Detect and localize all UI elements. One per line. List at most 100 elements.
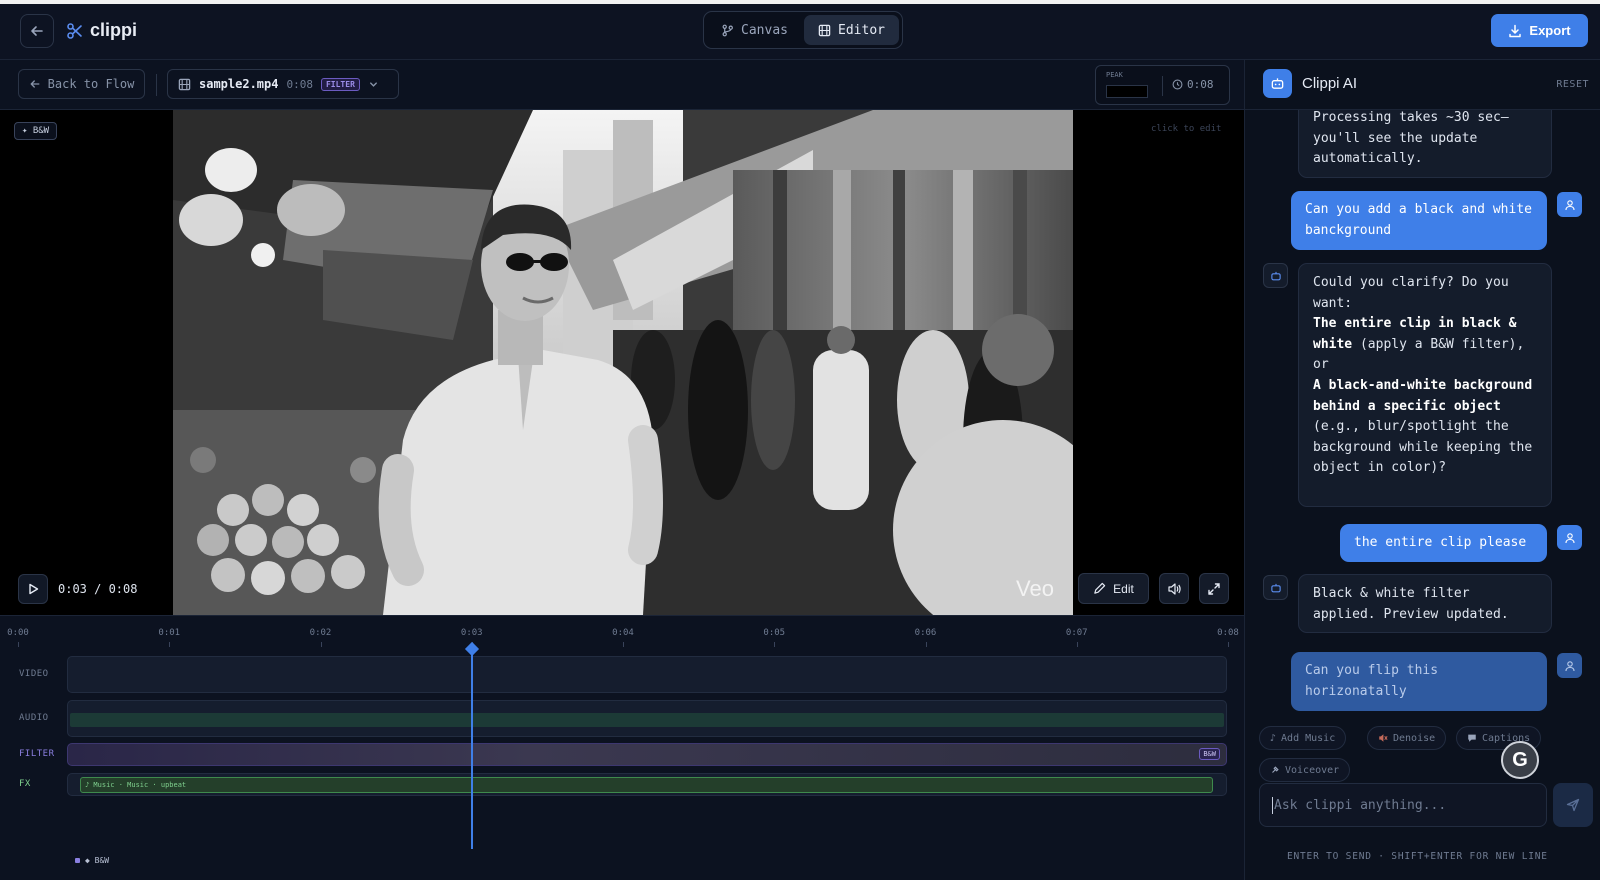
- chat-input[interactable]: [1274, 797, 1534, 813]
- play-button[interactable]: [18, 574, 48, 604]
- edit-button[interactable]: Edit: [1078, 573, 1149, 604]
- chat-message-bot: Black & white filter applied. Preview up…: [1298, 574, 1552, 633]
- filter-chip-bw[interactable]: B&W: [1199, 748, 1220, 760]
- veo-watermark: Veo: [1016, 576, 1054, 601]
- grammarly-button[interactable]: G: [1501, 741, 1539, 779]
- back-button[interactable]: [20, 14, 54, 48]
- timeline-tick-label: 0:08: [1217, 628, 1239, 638]
- timeline-tick-label: 0:02: [309, 628, 332, 638]
- back-to-flow-label: Back to Flow: [47, 77, 135, 91]
- top-bar: clippi Canvas Editor Export: [0, 0, 1600, 60]
- timeline-tick-mark: [774, 642, 776, 647]
- chat-message-bot-clarify: Could you clarify? Do you want: The enti…: [1298, 263, 1552, 507]
- playhead-handle[interactable]: [464, 641, 479, 657]
- file-selector[interactable]: sample2.mp4 0:08 FILTER: [167, 69, 399, 99]
- chat-input-box[interactable]: [1259, 783, 1547, 827]
- timeline-tick-label: 0:04: [612, 628, 634, 638]
- tab-canvas[interactable]: Canvas: [707, 15, 802, 45]
- film-icon: [178, 78, 191, 90]
- peak-divider: [1162, 76, 1163, 96]
- send-button[interactable]: [1553, 783, 1593, 827]
- assistant-header: Clippi AI RESET: [1245, 60, 1600, 110]
- assistant-panel: Clippi AI RESET Processing takes ~30 sec…: [1244, 60, 1600, 880]
- click-to-edit-hint: click to edit: [1151, 124, 1222, 134]
- quick-action-denoise[interactable]: Denoise: [1367, 726, 1447, 750]
- timeline-tick-mark: [925, 642, 927, 647]
- bot-avatar: [1263, 575, 1288, 600]
- video-track[interactable]: [67, 656, 1227, 693]
- video-frame-image: [173, 110, 1073, 615]
- quick-action-add-music[interactable]: ♪ Add Music: [1259, 726, 1347, 750]
- logo[interactable]: clippi: [66, 20, 137, 41]
- chat-message-user: Can you add a black and white banckgroun…: [1291, 191, 1547, 250]
- fx-track[interactable]: ♪ Music · Music · upbeat: [67, 773, 1227, 796]
- option-two-title: A black-and-white background behind a sp…: [1313, 377, 1533, 414]
- robot-icon: [1271, 78, 1284, 89]
- chip-label: Add Music: [1281, 732, 1336, 744]
- peak-meter: PEAK 0:08: [1095, 65, 1230, 105]
- duration-readout: 0:08: [1172, 78, 1214, 91]
- logo-text: clippi: [90, 20, 138, 40]
- playhead[interactable]: [470, 649, 473, 849]
- text-caret: [1272, 796, 1273, 814]
- video-frame[interactable]: [173, 110, 1073, 615]
- track-label-video: VIDEO: [19, 669, 49, 679]
- timeline-tick-label: 0:01: [158, 628, 181, 638]
- tab-editor[interactable]: Editor: [804, 15, 899, 45]
- chat-message-user: the entire clip please: [1340, 524, 1547, 562]
- user-icon: [1564, 660, 1575, 671]
- volume-icon: [1168, 582, 1181, 595]
- message-line: you'll see the update: [1313, 130, 1478, 146]
- peak-bar: [1106, 85, 1148, 98]
- timeline-tick-label: 0:07: [1065, 628, 1088, 638]
- speech-bubble-icon: [1468, 734, 1476, 742]
- arrow-left-icon: [31, 26, 43, 36]
- mode-toggle: Canvas Editor: [703, 11, 903, 49]
- scissors-icon: [67, 22, 82, 39]
- bw-effect-tag[interactable]: ✦ B&W: [14, 122, 58, 140]
- timeline-tick-label: 0:05: [763, 628, 786, 638]
- mute-icon: [1379, 734, 1388, 742]
- clock-icon: [1172, 79, 1183, 90]
- fullscreen-button[interactable]: [1199, 573, 1229, 604]
- tab-editor-label: Editor: [838, 22, 885, 38]
- download-icon: [1509, 24, 1522, 37]
- timeline-tick-mark: [1076, 642, 1078, 647]
- bot-avatar: [1263, 69, 1292, 98]
- file-name: sample2.mp4: [199, 77, 279, 91]
- pencil-icon: [1094, 582, 1106, 594]
- fx-music-clip[interactable]: ♪ Music · Music · upbeat: [80, 777, 1213, 793]
- option-one: The entire clip in black & white (apply …: [1313, 314, 1537, 376]
- chevron-down-icon: [369, 81, 377, 87]
- arrow-left-icon: [30, 80, 40, 88]
- volume-button[interactable]: [1159, 573, 1189, 604]
- edit-label: Edit: [1113, 581, 1134, 596]
- timeline-tick-mark: [320, 642, 322, 647]
- timeline-tick-mark: [1228, 642, 1229, 647]
- track-label-filter: FILTER: [19, 749, 55, 759]
- audio-track[interactable]: [67, 700, 1227, 737]
- robot-icon: [1270, 583, 1281, 592]
- video-preview[interactable]: ✦ B&W click to edit Veo 0:03 / 0:08 Edit: [0, 110, 1244, 615]
- filter-track[interactable]: B&W: [67, 743, 1227, 766]
- toolbar-divider: [156, 74, 157, 96]
- quick-action-voiceover[interactable]: Voiceover: [1259, 758, 1351, 782]
- timeline-tick-mark: [623, 642, 624, 647]
- expand-icon: [1208, 582, 1220, 595]
- user-avatar: [1557, 653, 1582, 678]
- option-two: A black-and-white background behind a sp…: [1313, 376, 1537, 479]
- play-icon: [29, 583, 39, 595]
- tab-canvas-label: Canvas: [741, 22, 788, 38]
- chat-history[interactable]: Processing takes ~30 sec— you'll see the…: [1245, 110, 1600, 720]
- timeline: 0:00 0:01 0:02 0:03 0:04 0:05 0:06 0:07 0:08 VID…: [0, 615, 1244, 880]
- back-to-flow-button[interactable]: Back to Flow: [18, 69, 145, 99]
- export-button[interactable]: Export: [1491, 14, 1588, 47]
- option-two-detail: (e.g., blur/spotlight the background whi…: [1313, 419, 1533, 476]
- message-intro: Could you clarify? Do you want:: [1313, 275, 1509, 311]
- track-label-audio: AUDIO: [19, 713, 49, 723]
- microphone-icon: [1272, 766, 1279, 773]
- editor-toolbar: Back to Flow sample2.mp4 0:08 FILTER PEA…: [0, 60, 1244, 110]
- reset-button[interactable]: RESET: [1556, 79, 1589, 90]
- user-avatar: [1557, 192, 1582, 217]
- timeline-legend: ◆ B&W: [75, 856, 109, 865]
